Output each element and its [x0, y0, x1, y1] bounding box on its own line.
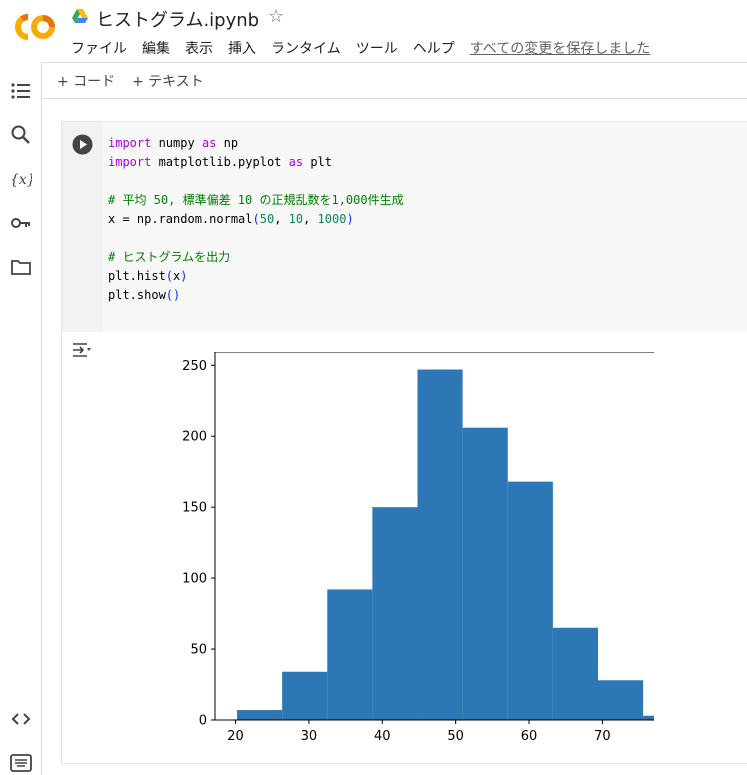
left-sidebar: {x} — [0, 62, 42, 775]
run-cell-button[interactable] — [72, 134, 93, 155]
notebook-toolbar: + コード + テキスト — [42, 62, 747, 99]
code-line-5: x = np.random.normal(50, 10, 1000) — [108, 212, 354, 226]
histogram-bar — [372, 507, 418, 720]
y-tick-label: 150 — [182, 501, 207, 516]
x-tick-label: 30 — [301, 729, 318, 742]
histogram-chart: 20304050607080050100150200250 — [182, 352, 654, 742]
svg-text:{x}: {x} — [10, 172, 32, 188]
code-cell[interactable]: import numpy as np import matplotlib.pypl… — [61, 121, 747, 764]
histogram-bar — [282, 671, 328, 720]
histogram-bar — [327, 589, 373, 720]
x-tick-label: 60 — [521, 729, 538, 742]
code-line-7: # ヒストグラムを出力 — [108, 250, 231, 264]
y-tick-label: 200 — [182, 430, 207, 445]
menu-edit[interactable]: 編集 — [142, 38, 170, 58]
y-tick-label: 250 — [182, 359, 207, 374]
table-of-contents-icon[interactable] — [10, 80, 32, 102]
app-header: ヒストグラム.ipynb ☆ ファイル 編集 表示 挿入 ランタイム ツール ヘ… — [0, 0, 747, 62]
histogram-bar — [237, 710, 283, 720]
command-palette-icon[interactable] — [10, 752, 32, 774]
menu-tools[interactable]: ツール — [356, 38, 398, 58]
menu-file[interactable]: ファイル — [71, 38, 127, 58]
histogram-bar — [507, 481, 553, 720]
menu-bar: ファイル 編集 表示 挿入 ランタイム ツール ヘルプ すべての変更を保存しまし… — [71, 38, 665, 58]
y-tick-label: 50 — [190, 643, 207, 658]
code-text[interactable]: import numpy as np import matplotlib.pypl… — [108, 134, 404, 305]
files-folder-icon[interactable] — [10, 256, 32, 278]
histogram-bar — [417, 369, 463, 720]
add-text-button[interactable]: + テキスト — [132, 71, 204, 91]
histogram-bar — [462, 427, 508, 720]
code-editor[interactable]: import numpy as np import matplotlib.pypl… — [102, 122, 747, 332]
add-code-button[interactable]: + コード — [57, 71, 115, 91]
code-line-2: import matplotlib.pyplot as plt — [108, 155, 332, 169]
menu-view[interactable]: 表示 — [185, 38, 213, 58]
star-icon[interactable]: ☆ — [268, 6, 284, 27]
menu-help[interactable]: ヘルプ — [413, 38, 455, 58]
search-icon[interactable] — [10, 124, 32, 146]
cell-gutter — [62, 122, 102, 332]
colab-logo[interactable] — [12, 10, 58, 44]
histogram-bar — [598, 680, 644, 720]
histogram-bar — [552, 627, 599, 720]
menu-runtime[interactable]: ランタイム — [271, 38, 341, 58]
y-tick-label: 0 — [199, 714, 207, 729]
x-tick-label: 70 — [594, 729, 611, 742]
code-snippets-icon[interactable] — [10, 708, 32, 730]
code-line-8: plt.hist(x) — [108, 269, 188, 283]
code-line-9: plt.show() — [108, 288, 181, 302]
code-line-1: import numpy as np — [108, 136, 239, 150]
x-tick-label: 40 — [374, 729, 391, 742]
google-drive-icon[interactable] — [72, 9, 88, 23]
variables-icon[interactable]: {x} — [10, 168, 32, 190]
code-line-4: # 平均 50, 標準偏差 10 の正規乱数を1,000件生成 — [108, 193, 404, 207]
x-tick-label: 20 — [227, 729, 244, 742]
secrets-key-icon[interactable] — [10, 212, 32, 234]
histogram-bar — [643, 715, 654, 720]
y-tick-label: 100 — [182, 572, 207, 587]
save-status-link[interactable]: すべての変更を保存しました — [470, 38, 650, 58]
output-toggle-icon[interactable] — [72, 341, 92, 359]
notebook-title[interactable]: ヒストグラム.ipynb — [96, 6, 259, 32]
x-tick-label: 50 — [447, 729, 464, 742]
menu-insert[interactable]: 挿入 — [228, 38, 256, 58]
